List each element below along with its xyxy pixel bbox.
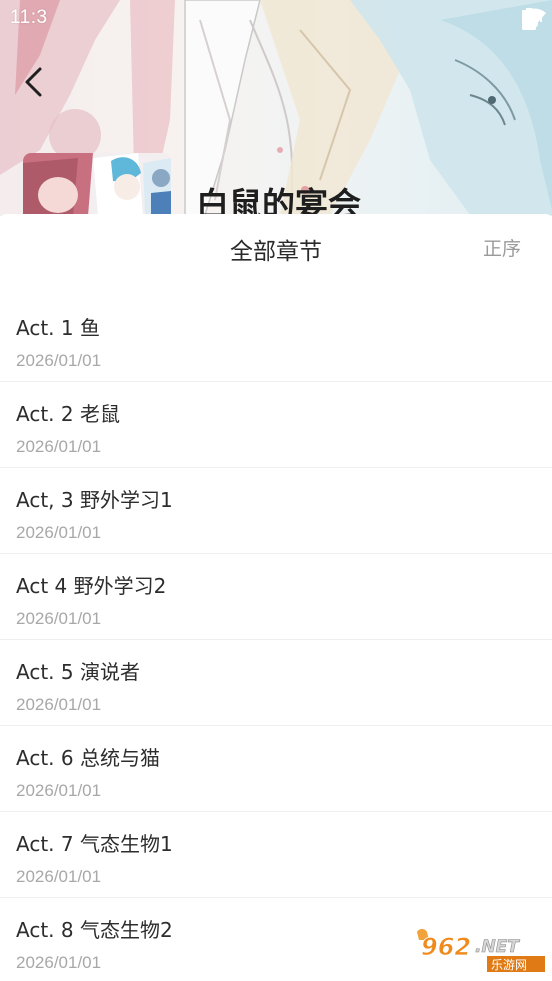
chapter-sheet: 全部章节 正序 Act. 1 鱼 2026/01/01 Act. 2 老鼠 20… [0, 214, 552, 981]
status-time: 11:3 [10, 7, 48, 28]
comic-cover [23, 153, 171, 216]
chapter-title: Act. 2 老鼠 [16, 402, 120, 426]
svg-text:.NET: .NET [475, 937, 520, 957]
chapter-title: Act. 7 气态生物1 [16, 832, 173, 856]
svg-text:962: 962 [421, 933, 471, 961]
chapter-title: Act. 8 气态生物2 [16, 918, 173, 942]
chapter-date: 2026/01/01 [16, 437, 102, 456]
chapter-title: Act. 5 演说者 [16, 660, 140, 684]
chapter-date: 2026/01/01 [16, 523, 102, 542]
chapter-date: 2026/01/01 [16, 867, 102, 886]
status-icons [522, 8, 546, 30]
watermark-logo: 962 .NET 乐游网 [413, 926, 549, 975]
chapter-title: Act. 6 总统与猫 [16, 746, 160, 770]
chapter-date: 2026/01/01 [16, 953, 102, 972]
chevron-left-icon [25, 67, 42, 97]
chapter-title: Act 4 野外学习2 [16, 574, 167, 598]
chapter-item[interactable]: Act 4 野外学习2 2026/01/01 [0, 554, 552, 640]
chapter-item[interactable]: Act. 7 气态生物1 2026/01/01 [0, 812, 552, 898]
comic-banner: 11:3 白鼠的宴会 [0, 0, 552, 216]
chapter-title: Act. 1 鱼 [16, 316, 100, 340]
chapter-title: Act, 3 野外学习1 [16, 488, 173, 512]
chapter-item[interactable]: Act. 5 演说者 2026/01/01 [0, 640, 552, 726]
chapter-item[interactable]: Act, 3 野外学习1 2026/01/01 [0, 468, 552, 554]
comic-title: 白鼠的宴会 [196, 185, 361, 216]
svg-text:乐游网: 乐游网 [491, 958, 527, 972]
chapter-date: 2026/01/01 [16, 609, 102, 628]
chapter-date: 2026/01/01 [16, 351, 102, 370]
chapter-date: 2026/01/01 [16, 695, 102, 714]
chapter-item[interactable]: Act. 2 老鼠 2026/01/01 [0, 382, 552, 468]
sort-order-toggle[interactable]: 正序 [483, 234, 521, 261]
chapter-item[interactable]: Act. 6 总统与猫 2026/01/01 [0, 726, 552, 812]
sheet-title: 全部章节 [230, 239, 322, 265]
chapter-list: Act. 1 鱼 2026/01/01 Act. 2 老鼠 2026/01/01… [0, 296, 552, 981]
chapter-date: 2026/01/01 [16, 781, 102, 800]
sheet-header: 全部章节 正序 [0, 214, 552, 284]
chapter-item[interactable]: Act. 1 鱼 2026/01/01 [0, 296, 552, 382]
back-button[interactable] [22, 66, 62, 110]
status-bar: 11:3 [0, 0, 552, 36]
